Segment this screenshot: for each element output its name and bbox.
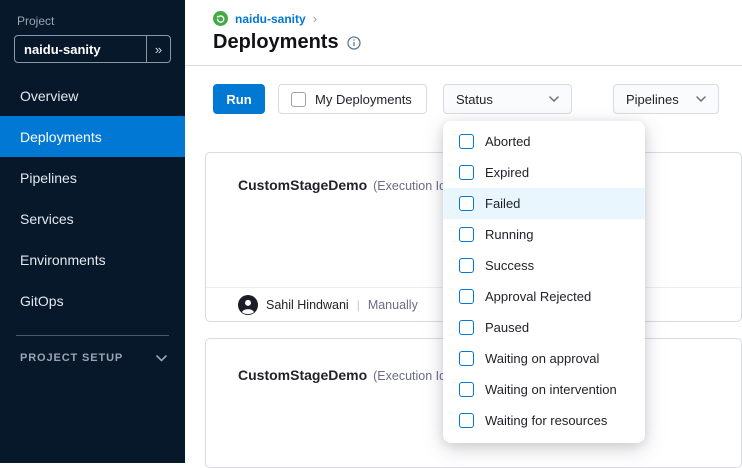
status-option-checkbox[interactable] [459, 134, 474, 149]
status-option-failed[interactable]: Failed [443, 188, 645, 219]
sidebar-item-overview[interactable]: Overview [0, 75, 185, 116]
deployment-execution-id: (Execution Id [373, 369, 446, 383]
triggered-by-user: Sahil Hindwani [266, 298, 349, 312]
status-option-waiting-for-resources[interactable]: Waiting for resources [443, 405, 645, 436]
sidebar-nav: Overview Deployments Pipelines Services … [0, 75, 185, 321]
status-filter-menu: Aborted Expired Failed Running Success A… [443, 121, 645, 443]
status-option-checkbox[interactable] [459, 289, 474, 304]
sidebar-item-services[interactable]: Services [0, 198, 185, 239]
status-option-paused[interactable]: Paused [443, 312, 645, 343]
chevron-down-icon [156, 355, 167, 362]
pipelines-filter-dropdown[interactable]: Pipelines [613, 84, 719, 114]
chevron-down-icon [696, 96, 706, 102]
project-setup-toggle[interactable]: PROJECT SETUP [0, 352, 185, 364]
sidebar-item-pipelines[interactable]: Pipelines [0, 157, 185, 198]
user-avatar-icon [238, 295, 258, 315]
status-option-checkbox[interactable] [459, 258, 474, 273]
status-option-label: Paused [485, 320, 529, 335]
status-option-success[interactable]: Success [443, 250, 645, 281]
sidebar-item-deployments[interactable]: Deployments [0, 116, 185, 157]
status-option-running[interactable]: Running [443, 219, 645, 250]
status-option-label: Expired [485, 165, 529, 180]
status-option-checkbox[interactable] [459, 165, 474, 180]
status-option-aborted[interactable]: Aborted [443, 126, 645, 157]
page-title: Deployments [213, 31, 339, 54]
status-option-checkbox[interactable] [459, 351, 474, 366]
breadcrumb-separator: › [313, 11, 317, 26]
project-setup-label: PROJECT SETUP [20, 352, 123, 364]
page-header: naidu-sanity › Deployments [185, 0, 742, 66]
my-deployments-checkbox[interactable] [291, 92, 306, 107]
status-option-label: Waiting on approval [485, 351, 599, 366]
status-option-approval-rejected[interactable]: Approval Rejected [443, 281, 645, 312]
status-filter-dropdown[interactable]: Status [443, 84, 572, 114]
status-option-checkbox[interactable] [459, 413, 474, 428]
run-button[interactable]: Run [213, 84, 265, 114]
status-option-checkbox[interactable] [459, 227, 474, 242]
breadcrumb-project-link[interactable]: naidu-sanity [235, 12, 306, 26]
project-label: Project [17, 14, 185, 28]
status-option-label: Aborted [485, 134, 531, 149]
status-option-label: Waiting for resources [485, 413, 607, 428]
status-option-waiting-on-intervention[interactable]: Waiting on intervention [443, 374, 645, 405]
chevron-down-icon [549, 96, 559, 102]
breadcrumb: naidu-sanity › [213, 0, 742, 26]
status-option-checkbox[interactable] [459, 320, 474, 335]
sidebar-item-gitops[interactable]: GitOps [0, 280, 185, 321]
status-option-label: Waiting on intervention [485, 382, 617, 397]
status-option-label: Success [485, 258, 534, 273]
deployment-execution-id: (Execution Id [373, 179, 446, 193]
status-option-expired[interactable]: Expired [443, 157, 645, 188]
project-expand-icon[interactable]: » [146, 36, 170, 62]
pipelines-filter-label: Pipelines [626, 92, 679, 107]
project-name: naidu-sanity [15, 42, 146, 57]
deployment-title[interactable]: CustomStageDemo [238, 177, 367, 193]
status-filter-label: Status [456, 92, 493, 107]
project-selector[interactable]: naidu-sanity » [14, 35, 171, 63]
status-option-label: Failed [485, 196, 520, 211]
sidebar-item-environments[interactable]: Environments [0, 239, 185, 280]
my-deployments-label: My Deployments [315, 92, 412, 107]
status-option-checkbox[interactable] [459, 382, 474, 397]
footer-separator: | [357, 298, 360, 312]
sidebar-divider [16, 335, 169, 336]
info-icon[interactable] [347, 36, 361, 50]
deployment-title[interactable]: CustomStageDemo [238, 367, 367, 383]
my-deployments-toggle[interactable]: My Deployments [278, 84, 427, 114]
status-option-label: Running [485, 227, 533, 242]
project-icon [213, 11, 228, 26]
status-option-waiting-on-approval[interactable]: Waiting on approval [443, 343, 645, 374]
status-option-label: Approval Rejected [485, 289, 591, 304]
toolbar: Run My Deployments Status Pipelines [185, 66, 742, 114]
trigger-type: Manually [368, 298, 418, 312]
sidebar: Project naidu-sanity » Overview Deployme… [0, 0, 185, 463]
status-option-checkbox[interactable] [459, 196, 474, 211]
